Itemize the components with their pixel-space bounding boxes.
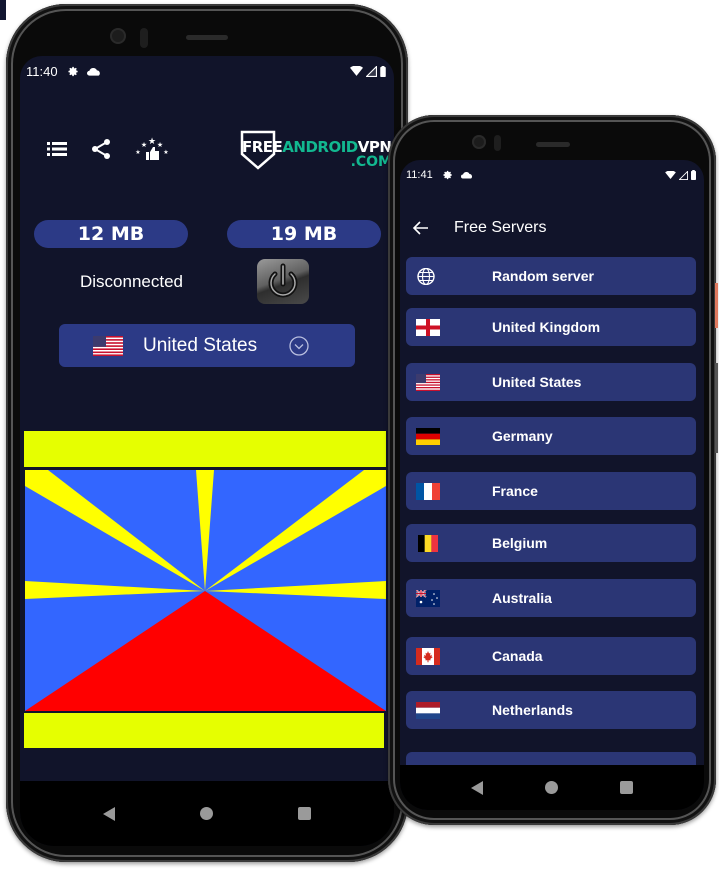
server-item-united-kingdom[interactable]: United Kingdom xyxy=(406,308,696,346)
svg-text:★: ★ xyxy=(148,136,156,146)
france-flag-icon xyxy=(416,482,440,500)
server-item-canada[interactable]: Canada xyxy=(406,637,696,675)
nav-recents-button[interactable] xyxy=(620,781,633,794)
battery-icon xyxy=(380,65,386,77)
server-label: Germany xyxy=(492,428,553,444)
server-label: France xyxy=(492,483,538,499)
power-side-button xyxy=(715,283,718,328)
server-item-australia[interactable]: Australia xyxy=(406,579,696,617)
signal-icon xyxy=(366,65,377,77)
germany-flag-icon xyxy=(416,427,440,445)
status-time: 11:40 xyxy=(26,63,58,79)
rate-icon[interactable]: ★ ★ ★ ★ ★ xyxy=(134,136,170,160)
navigation-bar xyxy=(20,781,394,846)
main-screen: 11:40 ★ ★ ★ ★ ★ FREEANDROIDVPN .COM 12 M… xyxy=(20,56,394,846)
country-selector[interactable]: United States xyxy=(59,324,355,367)
server-item-germany[interactable]: Germany xyxy=(406,417,696,455)
phone-servers-screen: 11:41 Free Servers Random server United … xyxy=(388,115,718,825)
server-label: Australia xyxy=(492,590,552,606)
logo-domain: .COM xyxy=(350,154,392,170)
cloud-icon xyxy=(86,67,100,76)
us-flag-icon xyxy=(416,373,440,391)
selected-country-name: United States xyxy=(143,334,258,356)
banner-flag-image xyxy=(24,431,386,748)
server-item-united-states[interactable]: United States xyxy=(406,363,696,401)
canada-flag-icon xyxy=(416,647,440,665)
wifi-icon xyxy=(665,171,676,179)
banner-bottom-band xyxy=(24,713,384,748)
globe-icon xyxy=(417,267,435,285)
server-item-random[interactable]: Random server xyxy=(406,257,696,295)
svg-text:★: ★ xyxy=(135,149,140,156)
volume-side-button xyxy=(715,363,718,453)
server-label: Netherlands xyxy=(492,702,573,718)
netherlands-flag-icon xyxy=(416,701,440,719)
toolbar: ★ ★ ★ ★ ★ xyxy=(46,136,170,160)
svg-text:★: ★ xyxy=(163,149,168,156)
status-time: 11:41 xyxy=(406,169,433,181)
nav-home-button[interactable] xyxy=(199,807,213,820)
battery-icon xyxy=(691,170,696,180)
earpiece-speaker xyxy=(186,35,228,40)
server-label: United States xyxy=(492,374,582,390)
earpiece-speaker xyxy=(536,142,570,147)
server-label: Random server xyxy=(492,268,594,284)
banner-top-band xyxy=(24,431,386,467)
gear-icon xyxy=(68,66,78,76)
connection-status: Disconnected xyxy=(80,272,184,291)
servers-screen: 11:41 Free Servers Random server United … xyxy=(400,160,704,810)
server-item-france[interactable]: France xyxy=(406,472,696,510)
power-icon xyxy=(268,263,298,297)
share-icon[interactable] xyxy=(90,138,112,160)
sensor xyxy=(140,28,148,48)
page-title: Free Servers xyxy=(454,219,547,236)
nav-back-button[interactable] xyxy=(102,806,115,821)
corner-block xyxy=(0,0,6,20)
phone-main-screen: 11:40 ★ ★ ★ ★ ★ FREEANDROIDVPN .COM 12 M… xyxy=(6,4,408,862)
server-label: Canada xyxy=(492,648,543,664)
app-logo: FREEANDROIDVPN .COM xyxy=(238,128,394,174)
server-item-netherlands[interactable]: Netherlands xyxy=(406,691,696,729)
server-label: Belgium xyxy=(492,535,548,551)
server-list-icon[interactable] xyxy=(46,138,68,160)
svg-text:★: ★ xyxy=(157,141,163,149)
chevron-down-icon xyxy=(289,335,309,356)
england-flag-icon xyxy=(416,318,440,336)
cloud-icon xyxy=(460,172,472,179)
connect-power-button[interactable] xyxy=(257,259,309,304)
status-bar: 11:40 xyxy=(20,56,394,86)
server-item-belgium[interactable]: Belgium xyxy=(406,524,696,562)
servers-header: Free Servers xyxy=(400,212,704,244)
front-camera xyxy=(472,135,486,149)
gear-icon xyxy=(443,170,452,180)
australia-flag-icon xyxy=(416,589,440,607)
nav-recents-button[interactable] xyxy=(298,807,312,820)
upload-usage: 19 MB xyxy=(227,220,381,248)
us-flag-icon xyxy=(93,335,123,356)
sensor xyxy=(494,135,501,151)
wifi-icon xyxy=(350,66,363,76)
nav-home-button[interactable] xyxy=(545,781,558,794)
belgium-flag-icon xyxy=(418,534,438,552)
server-label: United Kingdom xyxy=(492,319,601,335)
status-bar: 11:41 xyxy=(400,160,704,190)
svg-text:★: ★ xyxy=(141,141,147,149)
nav-back-button[interactable] xyxy=(471,780,483,795)
download-usage: 12 MB xyxy=(34,220,188,248)
front-camera xyxy=(110,28,126,44)
signal-icon xyxy=(679,170,688,180)
back-arrow-icon[interactable] xyxy=(412,219,430,237)
navigation-bar xyxy=(400,765,704,810)
